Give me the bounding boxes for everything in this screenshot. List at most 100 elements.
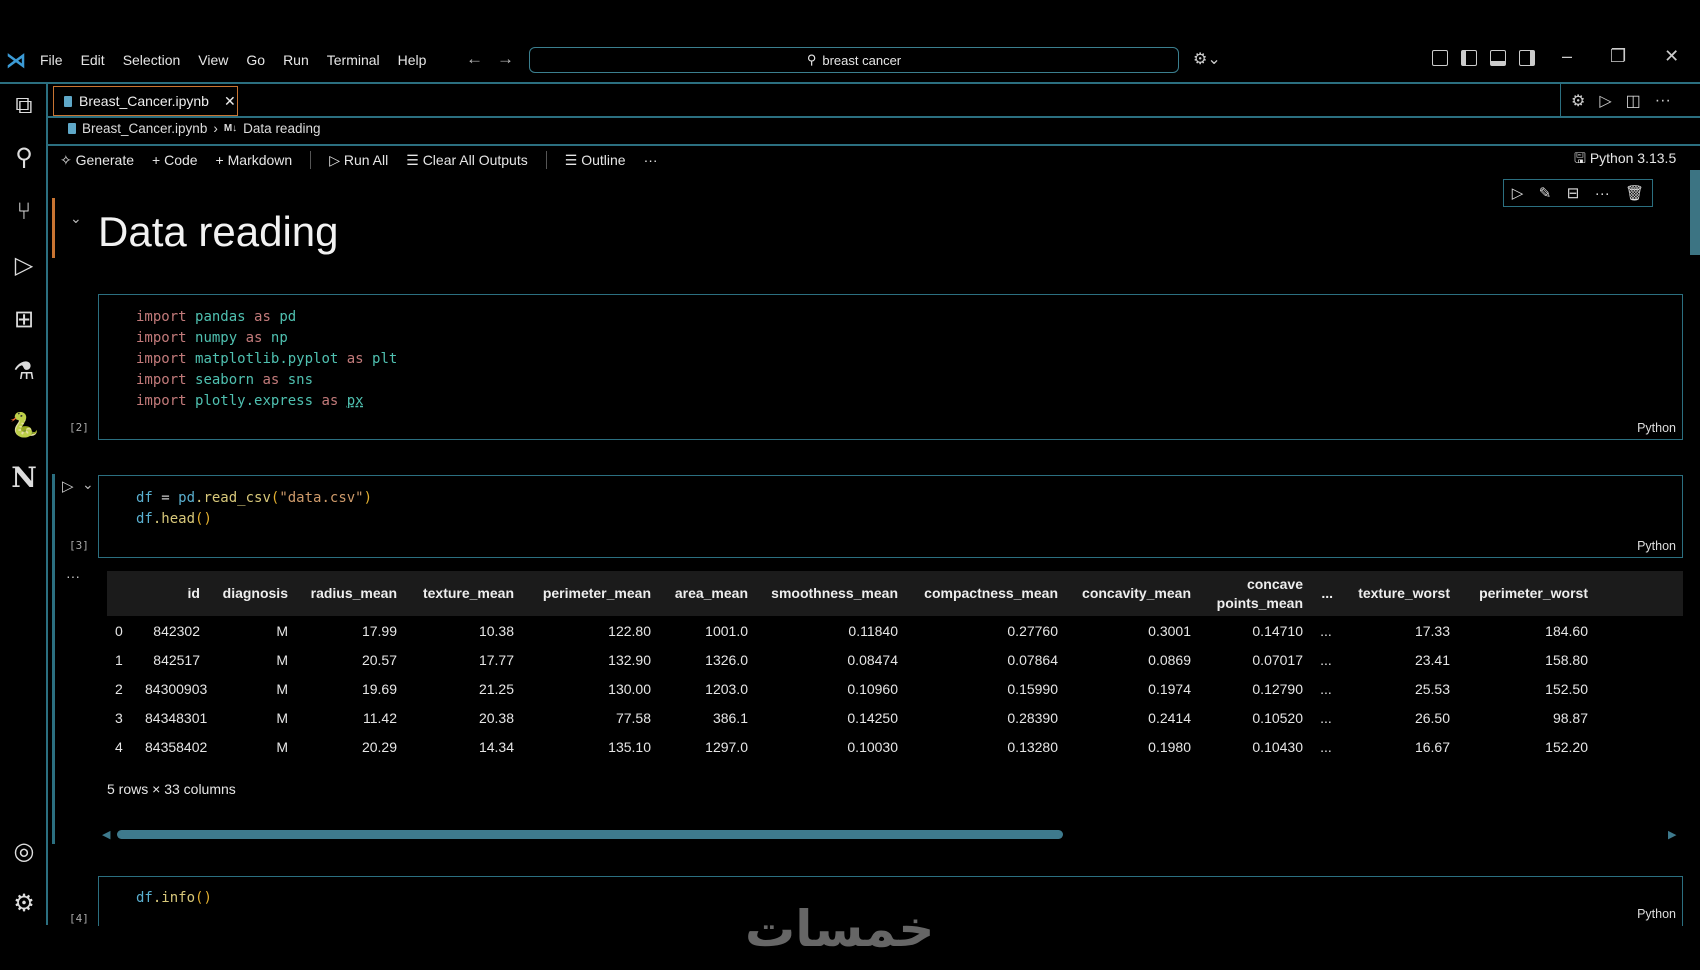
account-icon[interactable]: ◎ [8,836,40,868]
table-cell: 25.53 [1414,680,1450,697]
table-cell: 122.80 [608,622,651,639]
menu-view[interactable]: View [198,52,228,68]
cell-language[interactable]: Python [1637,421,1676,435]
table-cell: M [276,651,288,668]
markdown-heading: Data reading [98,208,339,255]
split-cell-icon[interactable]: ⊟ [1567,184,1580,202]
breadcrumb-file[interactable]: Breast_Cancer.ipynb [82,121,207,136]
table-cell: 84348301 [145,709,208,726]
scroll-left-icon[interactable]: ◀ [102,828,110,841]
sparkle-icon: ✧ [60,151,76,168]
table-cell: 0.1980 [1148,738,1191,755]
table-cell: 20.38 [478,709,514,726]
column-header: id [137,571,208,616]
more-actions-icon[interactable]: ··· [1655,92,1671,110]
cell-language[interactable]: Python [1637,539,1676,553]
table-cell: 1001.0 [705,622,748,639]
table-cell: 0.28390 [1007,709,1058,726]
tab-breast-cancer-notebook[interactable]: Breast_Cancer.ipynb ✕ [53,86,238,116]
run-debug-icon[interactable]: ▷ [8,250,40,282]
table-cell: 84300903 [145,680,208,697]
code-cell-read-csv[interactable]: df = pd.read_csv("data.csv") df.head() P… [98,475,1683,558]
minimize-icon[interactable]: – [1562,46,1572,67]
kernel-picker[interactable]: 🖫 Python 3.13.5 [1574,148,1676,172]
cell-language[interactable]: Python [1637,907,1676,921]
menu-edit[interactable]: Edit [81,52,105,68]
toggle-primary-sidebar-icon[interactable] [1461,50,1477,66]
clear-label: Clear All Outputs [422,151,528,168]
run-cell-icon[interactable]: ▷ [1512,184,1524,202]
collapse-chevron-icon[interactable]: ⌄ [70,210,82,227]
close-tab-icon[interactable]: ✕ [224,93,236,110]
markdown-icon: M↓ [223,123,238,134]
settings-gear-icon[interactable]: ⚙ [1571,91,1585,111]
delete-trash-icon[interactable]: 🗑 [1625,184,1644,202]
add-markdown-button[interactable]: + Markdown [216,152,293,168]
table-cell: 23.41 [1414,651,1450,668]
table-cell: 17.99 [361,622,397,639]
tab-bar [48,84,1700,118]
command-center-search[interactable]: ⚲ breast cancer [529,47,1179,73]
menu-help[interactable]: Help [398,52,427,68]
horizontal-scrollbar[interactable] [117,830,1063,839]
more-actions-button[interactable]: ··· [644,152,658,168]
table-cell: 567. [1596,703,1683,732]
table-cell: 0.07017 [1252,651,1303,668]
breadcrumb-section[interactable]: Data reading [243,121,320,136]
code-editor[interactable]: df = pd.read_csv("data.csv") df.head() [136,488,372,530]
split-editor-icon[interactable]: ◫ [1626,91,1641,111]
add-code-button[interactable]: + Code [152,152,198,168]
menu-file[interactable]: File [40,52,63,68]
code-editor[interactable]: import pandas as pd import numpy as np i… [136,307,397,412]
code-cell-info[interactable]: df.info() Python [98,876,1683,926]
output-more-icon[interactable]: ··· [66,568,80,584]
table-cell: 84358402 [145,738,208,755]
column-header: ... [1311,571,1341,616]
copilot-icon[interactable]: ⚙︎⌄ [1193,49,1221,69]
kernel-label: Python 3.13.5 [1589,150,1677,166]
source-control-icon[interactable]: ⑂ [8,196,40,228]
table-cell: 20.57 [361,651,397,668]
cell-toolbar: ▷ ✎ ⊟ ··· 🗑 [1503,179,1653,207]
menu-terminal[interactable]: Terminal [327,52,380,68]
code-editor[interactable]: df.info() [136,888,212,909]
outline-label: Outline [581,151,626,168]
toggle-secondary-sidebar-icon[interactable] [1519,50,1535,66]
vertical-scrollbar[interactable] [1690,170,1700,255]
table-cell: 0.14250 [847,709,898,726]
menu-run[interactable]: Run [283,52,309,68]
table-cell: 0.12790 [1252,680,1303,697]
customize-layout-icon[interactable] [1432,50,1448,66]
code-line: df.info() [136,890,212,906]
table-cell: 0.15990 [1007,680,1058,697]
notebook-toolbar: ✧ Generate + Code + Markdown ▷ Run All ☰… [60,148,658,172]
scroll-right-icon[interactable]: ▶ [1668,828,1676,841]
plus-icon: + [215,152,228,168]
edit-pencil-icon[interactable]: ✎ [1539,184,1552,202]
toggle-panel-icon[interactable] [1490,50,1506,66]
menu-selection[interactable]: Selection [123,52,181,68]
notion-icon[interactable]: N [8,462,40,494]
run-all-button[interactable]: ▷ Run All [329,152,388,169]
more-icon[interactable]: ··· [1595,185,1610,202]
code-cell-imports[interactable]: import pandas as pd import numpy as np i… [98,294,1683,440]
outline-button[interactable]: ☰ Outline [565,152,626,169]
clear-outputs-button[interactable]: ☰ Clear All Outputs [406,152,528,169]
menu-go[interactable]: Go [246,52,265,68]
restore-icon[interactable]: ❐ [1610,46,1626,67]
python-icon[interactable]: 🐍 [8,410,40,442]
explorer-icon[interactable]: ⧉ [8,90,40,122]
forward-arrow-icon[interactable]: → [497,49,514,69]
cell-modified-indicator [52,198,55,258]
back-arrow-icon[interactable]: ← [466,49,483,69]
run-cell-icon[interactable]: ▷ [62,477,74,495]
testing-icon[interactable]: ⚗ [8,356,40,388]
close-window-icon[interactable]: ✕ [1664,46,1679,67]
extensions-icon[interactable]: ⊞ [8,304,40,336]
search-icon[interactable]: ⚲ [8,142,40,174]
chevron-down-icon[interactable]: ⌄ [82,476,94,493]
generate-label: Generate [75,151,134,168]
run-icon[interactable]: ▷ [1599,91,1611,111]
manage-gear-icon[interactable]: ⚙ [8,888,40,920]
generate-button[interactable]: ✧ Generate [60,152,134,169]
